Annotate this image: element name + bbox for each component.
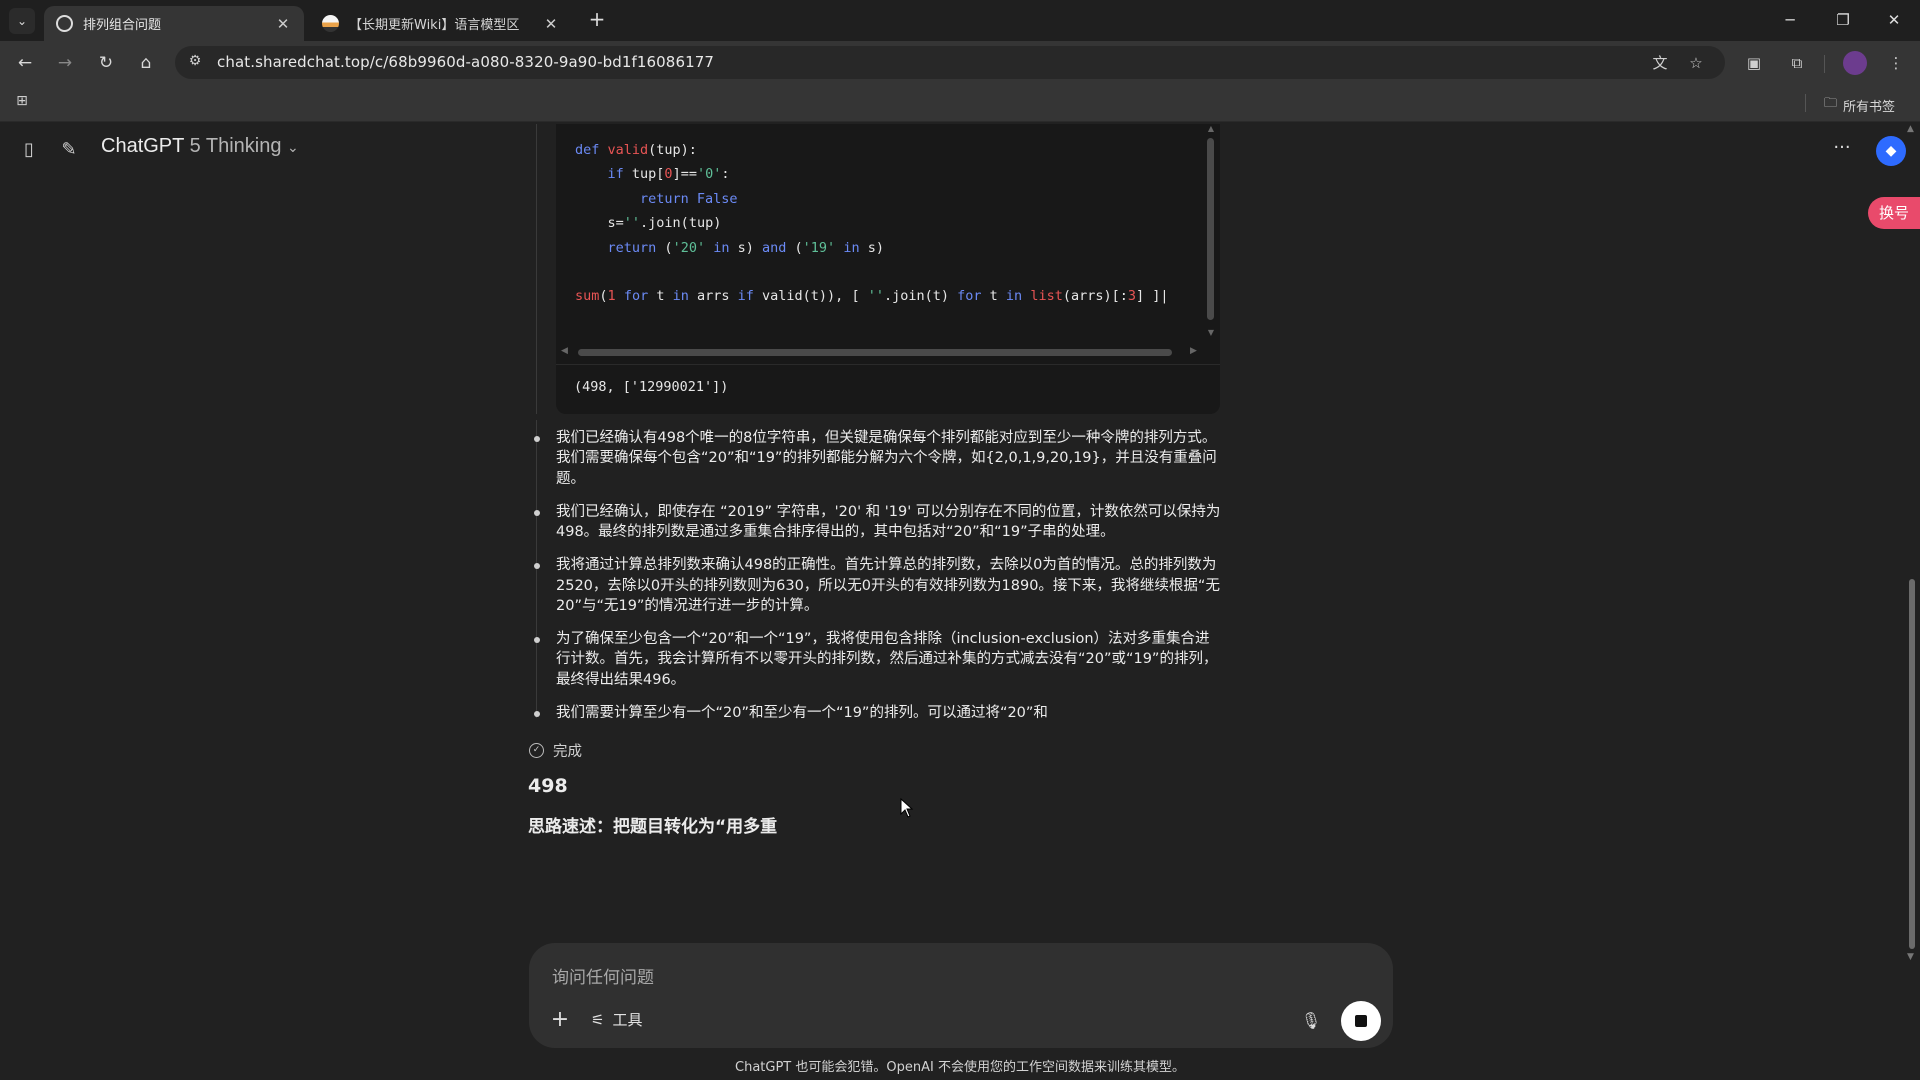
answer-number: 498 [528, 775, 568, 797]
scroll-right-icon[interactable]: ▶ [1190, 346, 1197, 356]
scroll-thumb[interactable] [1207, 138, 1214, 320]
bookmarks-bar: ⊞ 🗀 所有书签 [0, 84, 1920, 122]
extension-gem-icon[interactable]: ◆ [1876, 136, 1906, 166]
all-bookmarks-button[interactable]: 🗀 所有书签 [1824, 94, 1895, 116]
message-composer: 询问任何问题 + ⚟ 工具 🎙 [529, 943, 1393, 1048]
profile-avatar[interactable] [1843, 51, 1867, 75]
add-attachment-icon[interactable]: + [547, 1008, 573, 1034]
page-scrollbar[interactable]: ▲ ▼ [1906, 124, 1918, 962]
new-tab-button[interactable]: + [585, 8, 609, 32]
code-horizontal-scrollbar[interactable]: ◀ ▶ [556, 344, 1220, 360]
bookmark-star-icon[interactable]: ☆ [1685, 52, 1707, 74]
folder-icon: 🗀 [1824, 96, 1838, 111]
reasoning-item: 我将通过计算总排列数来确认498的正确性。首先计算总的排列数，去除以0为首的情况… [534, 555, 1224, 616]
tab-close-icon[interactable]: ✕ [542, 15, 560, 33]
scroll-thumb[interactable] [578, 349, 1172, 356]
openai-favicon-icon [56, 15, 73, 32]
code-area[interactable]: def valid(tup): if tup[0]=='0': return F… [556, 124, 1220, 354]
answer-text: 思路速述：把题目转化为“用多重 [528, 817, 778, 837]
reasoning-item: 为了确保至少包含一个“20”和一个“19”，我将使用包含排除（inclusion… [534, 629, 1224, 690]
site-settings-icon[interactable]: ⚙ [185, 53, 205, 73]
scroll-up-icon[interactable]: ▲ [1206, 124, 1216, 133]
site-favicon-icon [322, 15, 339, 32]
footer-disclaimer: ChatGPT 也可能会犯错。OpenAI 不会使用您的工作空间数据来训练其模型… [735, 1060, 1185, 1075]
reasoning-item: 我们已经确认，即使存在 “2019” 字符串，'20' 和 '19' 可以分别存… [534, 502, 1224, 543]
tools-label: 工具 [612, 1011, 643, 1029]
browser-tab-strip: ⌄ 排列组合问题 ✕ 【长期更新Wiki】语言模型区 ✕ + ─ ❐ ✕ [0, 0, 1920, 41]
toolbar-divider [1824, 55, 1825, 73]
all-bookmarks-label: 所有书签 [1843, 99, 1896, 115]
reasoning-item: 我们已经确认有498个唯一的8位字符串，但关键是确保每个排列都能对应到至少一种令… [534, 428, 1224, 489]
code-line: def valid(tup): [575, 142, 697, 158]
sidebar-toggle-icon[interactable]: ▯ [15, 136, 43, 164]
model-selector[interactable]: ChatGPT 5 Thinking ⌄ [101, 135, 299, 158]
minimize-icon[interactable]: ─ [1778, 8, 1802, 32]
browser-toolbar: ← → ↻ ⌂ ⚙ chat.sharedchat.top/c/68b9960d… [0, 41, 1920, 84]
extensions-puzzle-icon[interactable]: ⧉ [1785, 51, 1809, 75]
scroll-thumb[interactable] [1909, 579, 1915, 949]
window-close-icon[interactable]: ✕ [1882, 8, 1906, 32]
forward-icon[interactable]: → [52, 50, 78, 76]
scroll-down-icon[interactable]: ▼ [1206, 328, 1216, 337]
check-circle-icon: ✓ [529, 743, 544, 758]
mouse-cursor-icon [900, 798, 914, 818]
new-chat-icon[interactable]: ✎ [55, 136, 83, 164]
tab-inactive[interactable]: 【长期更新Wiki】语言模型区 ✕ [310, 6, 572, 41]
scroll-left-icon[interactable]: ◀ [561, 346, 568, 356]
tab-active[interactable]: 排列组合问题 ✕ [44, 6, 304, 41]
translate-icon[interactable]: 文 [1649, 52, 1671, 74]
code-vertical-scrollbar[interactable]: ▲ ▼ [1204, 124, 1216, 346]
restore-icon[interactable]: ❐ [1831, 8, 1855, 32]
code-block: def valid(tup): if tup[0]=='0': return F… [556, 124, 1220, 414]
code-line: s=''.join(tup) [575, 215, 722, 232]
model-variant: 5 Thinking [189, 135, 282, 157]
reasoning-item: 我们需要计算至少有一个“20”和至少有一个“19”的排列。可以通过将“20”和 [534, 703, 1224, 723]
reasoning-thread-line [536, 124, 537, 414]
code-line: sum(1 for t in arrs if valid(t)), [ ''.j… [575, 288, 1169, 305]
code-line: return ('20' in s) and ('19' in s) [607, 239, 884, 256]
tools-sliders-icon: ⚟ [591, 1010, 605, 1029]
back-icon[interactable]: ← [12, 50, 38, 76]
browser-menu-icon[interactable]: ⋮ [1884, 51, 1908, 75]
tab-search-button[interactable]: ⌄ [9, 8, 35, 34]
bookmarks-divider [1805, 94, 1806, 112]
code-output-text: (498, ['12990021']) [574, 379, 729, 395]
code-line: if tup[0]=='0': [607, 166, 730, 183]
tab-title: 【长期更新Wiki】语言模型区 [349, 18, 520, 33]
tools-button[interactable]: ⚟ 工具 [591, 1009, 642, 1030]
code-line: return False [640, 190, 738, 207]
apps-grid-icon[interactable]: ⊞ [12, 93, 32, 113]
more-options-icon[interactable]: ··· [1828, 136, 1856, 164]
reasoning-status-label: 完成 [553, 744, 582, 760]
url-text[interactable]: chat.sharedchat.top/c/68b9960d-a080-8320… [217, 53, 714, 71]
scroll-down-icon[interactable]: ▼ [1907, 952, 1914, 962]
code-output: (498, ['12990021']) [556, 364, 1220, 414]
stop-generating-button[interactable] [1341, 1001, 1381, 1041]
model-name: ChatGPT [101, 135, 184, 157]
code-content: def valid(tup): if tup[0]=='0': return F… [575, 138, 1169, 309]
microphone-icon[interactable]: 🎙 [1299, 1009, 1323, 1033]
home-icon[interactable]: ⌂ [133, 50, 159, 76]
chevron-down-icon: ⌄ [287, 139, 299, 155]
prompt-input[interactable]: 询问任何问题 [552, 963, 654, 988]
reasoning-list: 我们已经确认有498个唯一的8位字符串，但关键是确保每个排列都能对应到至少一种令… [534, 428, 1224, 736]
tab-title: 排列组合问题 [83, 18, 162, 33]
scroll-up-icon[interactable]: ▲ [1907, 124, 1914, 134]
reload-icon[interactable]: ↻ [93, 50, 119, 76]
tab-close-icon[interactable]: ✕ [274, 15, 292, 33]
extension-image-icon[interactable]: ▣ [1742, 51, 1766, 75]
address-bar[interactable]: ⚙ chat.sharedchat.top/c/68b9960d-a080-83… [175, 46, 1725, 79]
reasoning-status[interactable]: ✓ 完成 [529, 740, 582, 761]
